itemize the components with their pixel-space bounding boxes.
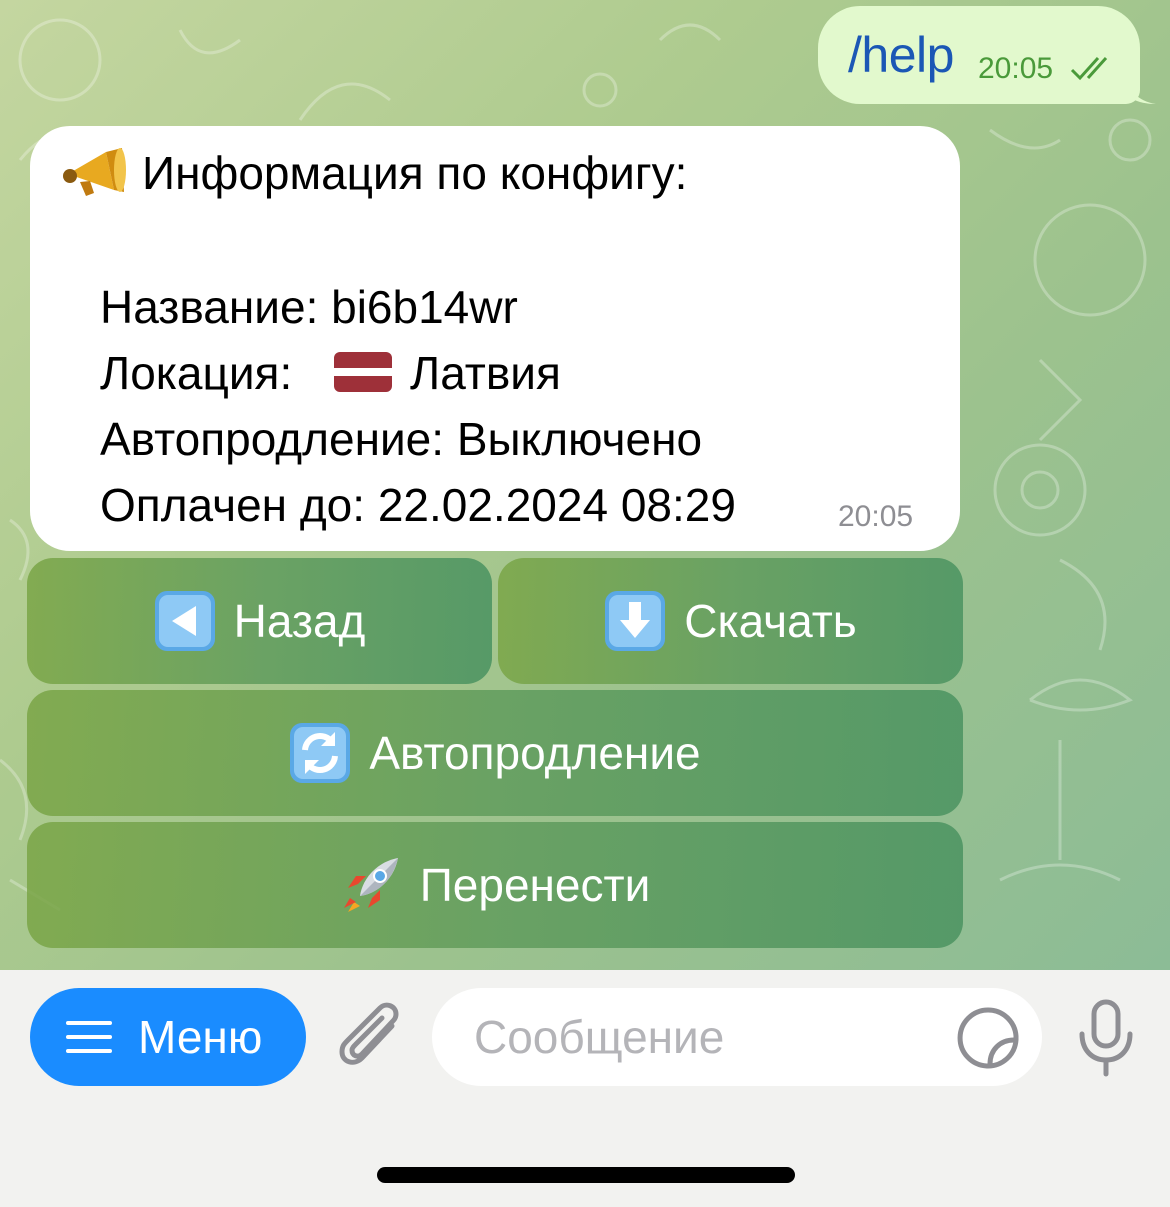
left-arrow-icon	[154, 591, 215, 651]
autorenew-button-label: Автопродление	[369, 727, 701, 779]
outgoing-message-text: /help	[848, 27, 954, 83]
hamburger-icon	[66, 1021, 112, 1053]
chat-background: /help 20:05 Информация по конфигу: Назва…	[0, 0, 1170, 970]
outgoing-message-time: 20:05	[978, 52, 1054, 85]
config-info-header: Информация по конфигу:	[142, 147, 688, 199]
autorenew-button[interactable]: Автопродление	[27, 690, 963, 816]
config-autorenew-line: Автопродление: Выключено	[100, 413, 703, 465]
transfer-button-label: Перенести	[419, 859, 651, 911]
arrows-cycle-icon	[290, 723, 351, 783]
transfer-button[interactable]: Перенести	[27, 822, 963, 948]
microphone-icon[interactable]	[1074, 998, 1138, 1078]
menu-button-label: Меню	[138, 1011, 263, 1063]
paperclip-icon[interactable]	[334, 1000, 406, 1076]
latvia-flag-icon	[334, 352, 392, 392]
config-location-label: Локация:	[100, 347, 293, 399]
message-input-field[interactable]	[432, 988, 1042, 1086]
down-arrow-icon	[605, 591, 666, 651]
config-paid-until-line: Оплачен до: 22.02.2024 08:29	[100, 479, 736, 531]
back-button-label: Назад	[233, 595, 366, 647]
rocket-icon	[343, 858, 398, 912]
download-button[interactable]: Скачать	[498, 558, 963, 684]
menu-button[interactable]: Меню	[30, 988, 306, 1086]
back-button[interactable]: Назад	[27, 558, 492, 684]
read-double-check-icon	[1070, 56, 1108, 81]
config-name-line: Название: bi6b14wr	[100, 281, 518, 333]
home-indicator[interactable]	[377, 1167, 795, 1183]
message-input[interactable]	[472, 1006, 936, 1068]
config-location-value: Латвия	[410, 347, 561, 399]
download-button-label: Скачать	[684, 595, 857, 647]
incoming-message-time: 20:05	[838, 500, 914, 533]
sticker-icon[interactable]	[956, 1006, 1020, 1070]
megaphone-icon	[63, 148, 126, 196]
outgoing-bubble-tail	[1128, 80, 1156, 104]
